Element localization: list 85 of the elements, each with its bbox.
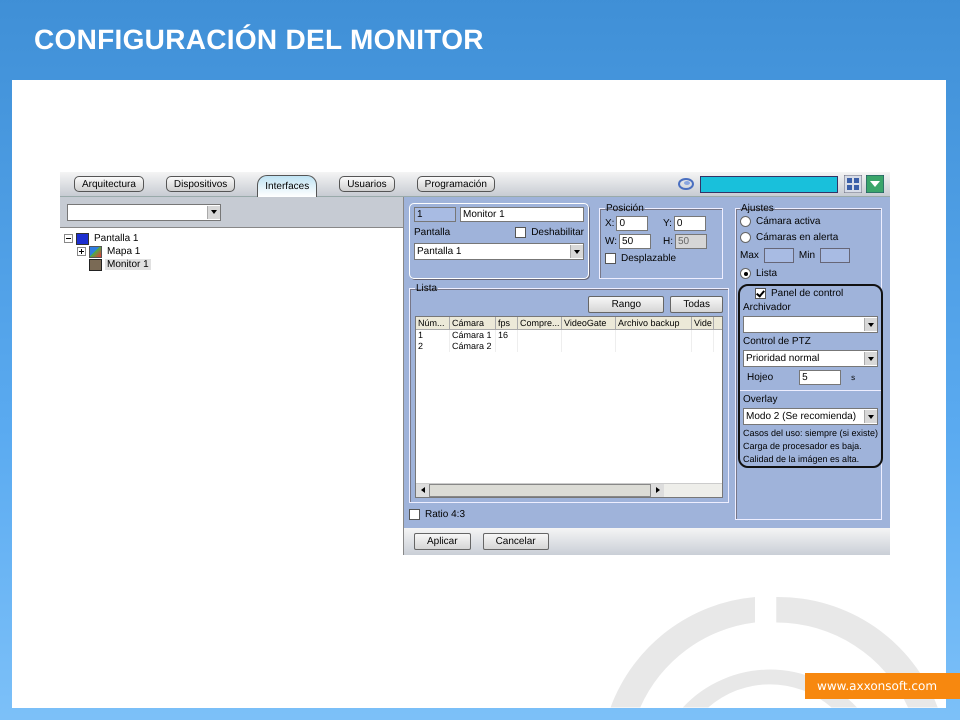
checkbox[interactable] (409, 509, 420, 520)
checkbox[interactable] (755, 288, 766, 299)
grid-icon[interactable] (844, 175, 862, 193)
tab[interactable]: Dispositivos (166, 176, 236, 192)
column-header[interactable]: VideoGate (562, 317, 616, 329)
column-header[interactable]: Núm... (416, 317, 450, 329)
tree-item[interactable]: Mapa 1 (105, 246, 142, 257)
unit-label: s (851, 373, 856, 382)
monitor-icon (89, 258, 102, 270)
archiver-dropdown[interactable] (743, 316, 878, 333)
radio-button[interactable] (740, 232, 751, 243)
screen-dropdown[interactable]: Pantalla 1 (414, 243, 584, 260)
caret-icon (211, 210, 217, 214)
min-label: Min (798, 250, 816, 261)
tab[interactable]: Usuarios (339, 176, 395, 192)
tab[interactable]: Programación (416, 176, 495, 192)
name-field[interactable]: Monitor 1 (460, 207, 584, 222)
group-title: Posición (605, 203, 645, 214)
checkbox-label: Desplazable (621, 253, 676, 264)
group-title: Lista (415, 283, 438, 294)
field-label: W: (605, 236, 618, 247)
archiver-label: Archivador (743, 302, 792, 313)
map-icon (89, 246, 102, 258)
ptz-label: Control de PTZ (743, 336, 812, 347)
column-header[interactable]: Vide (692, 317, 714, 329)
table-cell: Cámara 1 (450, 330, 496, 341)
radio-label: Lista (756, 268, 778, 279)
group-title: Ajustes (740, 203, 775, 214)
radio-button[interactable] (740, 216, 751, 227)
overlay-note: Carga de procesador es baja. (743, 441, 863, 451)
browse-label: Hojeo (747, 372, 774, 383)
tree-item[interactable]: Monitor 1 (105, 259, 151, 270)
column-header[interactable]: fps (496, 317, 518, 329)
field-label: X: (605, 218, 614, 229)
column-header[interactable]: Compre... (518, 317, 562, 329)
caret-icon (868, 414, 874, 418)
checkbox-label: Panel de control (771, 288, 844, 299)
checkbox[interactable] (515, 227, 526, 238)
tree-item[interactable]: Pantalla 1 (92, 233, 140, 244)
radio-button[interactable] (740, 268, 751, 279)
checkbox[interactable] (605, 253, 616, 264)
list-button[interactable]: Todas (670, 296, 723, 313)
table-cell: 2 (416, 341, 450, 352)
slide-title: CONFIGURACIÓN DEL MONITOR (34, 24, 484, 56)
horizontal-scrollbar[interactable] (416, 483, 722, 497)
checkbox-label: Deshabilitar (531, 227, 584, 238)
overlay-dropdown[interactable]: Modo 2 (Se recomienda) (743, 408, 878, 425)
column-header[interactable]: Cámara (450, 317, 496, 329)
caret-icon (868, 356, 874, 360)
number-field[interactable]: 0 (674, 216, 706, 231)
column-header[interactable]: Archivo backup (616, 317, 692, 329)
expand-toggle-icon[interactable] (64, 234, 73, 243)
dropdown-icon[interactable] (866, 175, 884, 193)
field-label: H: (663, 236, 673, 247)
search-field[interactable] (700, 176, 838, 192)
min-field[interactable] (820, 248, 850, 263)
caret-icon (574, 250, 580, 254)
id-field[interactable]: 1 (414, 207, 456, 222)
ptz-dropdown[interactable]: Prioridad normal (743, 350, 878, 367)
tab[interactable]: Interfaces (257, 175, 318, 197)
number-field[interactable]: 0 (616, 216, 648, 231)
action-button[interactable]: Aplicar (414, 533, 471, 550)
table-cell: 1 (416, 330, 450, 341)
tab[interactable]: Arquitectura (74, 176, 144, 192)
swirl-icon (678, 177, 694, 191)
list-button[interactable]: Rango (588, 296, 664, 313)
overlay-note: Casos del uso: siempre (si existe) (743, 428, 878, 438)
radio-label: Cámaras en alerta (756, 232, 838, 243)
field-label: Y: (663, 218, 672, 229)
screen-label: Pantalla (414, 227, 450, 238)
max-label: Max (740, 250, 759, 261)
caret-icon (868, 322, 874, 326)
browse-field[interactable]: 5 (799, 370, 842, 385)
radio-label: Cámara activa (756, 216, 820, 227)
filter-dropdown[interactable] (67, 204, 221, 220)
overlay-note: Calidad de la imágen es alta. (743, 454, 860, 464)
table-cell: Cámara 2 (450, 341, 496, 352)
expand-toggle-icon[interactable] (77, 247, 86, 256)
checkbox-label: Ratio 4:3 (425, 509, 466, 520)
overlay-title: Overlay (743, 394, 778, 405)
table-cell: 16 (496, 330, 518, 341)
action-button[interactable]: Cancelar (482, 533, 549, 550)
number-field[interactable]: 50 (619, 234, 652, 249)
max-field[interactable] (764, 248, 794, 263)
screen-icon (76, 232, 89, 244)
